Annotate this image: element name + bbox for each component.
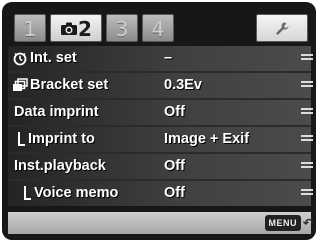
tab-3[interactable]: 3 <box>106 14 138 42</box>
menu-value: 0.3Ev <box>164 77 202 93</box>
menu-value: Off <box>164 104 185 120</box>
menu-row-interval[interactable]: Int. set – <box>8 46 313 71</box>
tab-4-label: 4 <box>151 17 165 41</box>
tab-4[interactable]: 4 <box>142 14 174 42</box>
menu-row-imprint-to[interactable]: Imprint to Image + Exif <box>8 127 313 152</box>
menu-label: Bracket set <box>30 77 109 93</box>
submenu-corner-icon <box>18 132 25 146</box>
menu-label: Imprint to <box>28 131 95 147</box>
menu-value: – <box>164 50 173 66</box>
selector-mark <box>301 162 313 170</box>
menu-label: Inst.playback <box>14 158 106 174</box>
submenu-corner-icon <box>24 186 31 200</box>
back-arrow-icon: ↶ <box>302 216 313 230</box>
menu-label: Int. set <box>30 50 77 66</box>
wrench-icon <box>274 17 290 41</box>
menu-value: Off <box>164 185 185 201</box>
tab-1-label: 1 <box>23 17 37 41</box>
selector-mark <box>301 135 313 143</box>
footer-bar: MENU ↶ <box>8 212 313 234</box>
menu-row-data-imprint[interactable]: Data imprint Off <box>8 100 313 125</box>
selector-mark <box>301 189 313 197</box>
menu-label: Voice memo <box>34 185 119 201</box>
menu-row-bracket[interactable]: Bracket set 0.3Ev <box>8 73 313 98</box>
menu-value: Off <box>164 158 185 174</box>
selector-mark <box>301 81 313 89</box>
menu-label: Data imprint <box>14 104 99 120</box>
menu-row-inst-playback[interactable]: Inst.playback Off <box>8 154 313 179</box>
tab-setup[interactable] <box>256 14 308 42</box>
tab-2-camera[interactable]: 2 <box>50 14 102 42</box>
menu-row-voice-memo[interactable]: Voice memo Off <box>8 181 313 206</box>
selector-mark <box>301 54 313 62</box>
tab-2-label: 2 <box>78 17 92 41</box>
menu-button[interactable]: MENU <box>264 215 301 231</box>
bracket-icon <box>12 78 28 98</box>
selector-mark <box>301 108 313 116</box>
camera-icon <box>60 15 78 43</box>
self-timer-icon <box>12 50 28 71</box>
tab-1[interactable]: 1 <box>14 14 46 42</box>
camera-menu-screen: 1 2 3 4 Int. set – Bracket set 0.3Ev Dat… <box>2 2 316 240</box>
menu-value: Image + Exif <box>164 131 250 147</box>
tab-3-label: 3 <box>115 17 129 41</box>
